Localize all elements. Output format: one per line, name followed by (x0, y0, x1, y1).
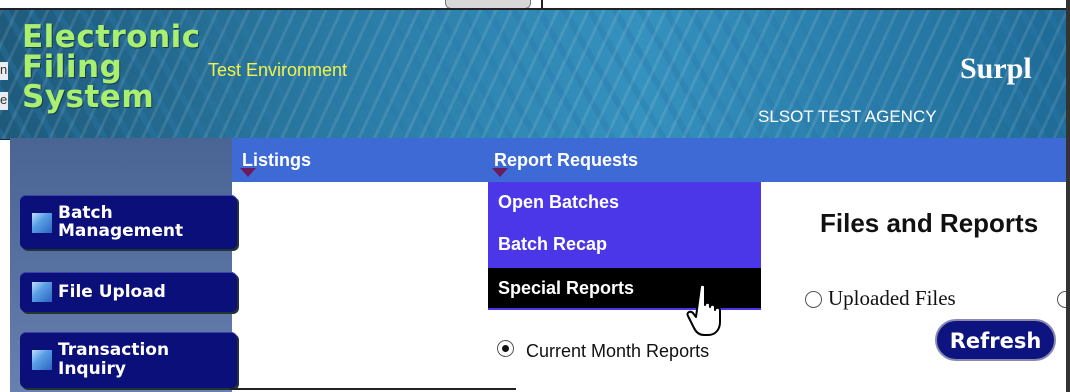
current-month-label: Current Month Reports (526, 341, 710, 361)
transaction-inquiry-button[interactable]: Transaction Inquiry (20, 332, 237, 388)
edge-fragment: n (0, 62, 8, 80)
batch-management-button[interactable]: Batch Management (20, 195, 237, 249)
edge-fragment: e (0, 92, 8, 110)
uploaded-files-radio[interactable] (805, 291, 822, 308)
header-banner: Electronic Filing System Test Environmen… (0, 8, 1070, 140)
main-nav: Listings Report Requests (232, 138, 1070, 182)
sidebar-item-label: Management (58, 221, 184, 241)
refresh-button[interactable]: Refresh (935, 319, 1056, 361)
upload-icon (32, 282, 52, 302)
sidebar-item-label: Transaction (58, 340, 170, 360)
logo-line-2: Filing (22, 49, 123, 85)
logo-line-3: System (22, 79, 155, 115)
sidebar: Batch Management File Upload Transaction… (10, 138, 237, 392)
page-title: Files and Reports (820, 208, 1039, 238)
efs-logo: Electronic Filing System (22, 19, 201, 115)
divider-line (230, 388, 516, 390)
menu-item-batch-recap[interactable]: Batch Recap (488, 224, 761, 264)
sidebar-item-label: Batch (58, 203, 113, 223)
menu-item-label: Open Batches (498, 192, 620, 212)
menu-item-label: Batch Recap (498, 234, 608, 254)
menu-item-open-batches[interactable]: Open Batches (488, 182, 761, 222)
window-border (1066, 0, 1070, 392)
hand-cursor-icon (686, 283, 721, 336)
inquiry-icon (32, 350, 52, 370)
sidebar-item-label: Inquiry (58, 359, 126, 379)
sidebar-item-label: File Upload (58, 282, 166, 302)
batch-icon (32, 213, 52, 233)
current-month-radio[interactable] (497, 340, 514, 357)
nav-report-requests[interactable]: Report Requests (494, 150, 638, 171)
dropdown-arrow-icon (240, 168, 256, 177)
environment-label: Test Environment (208, 60, 348, 80)
uploaded-files-label: Uploaded Files (828, 286, 956, 310)
file-upload-button[interactable]: File Upload (20, 272, 237, 312)
logo-line-1: Electronic (22, 19, 201, 55)
dropdown-arrow-icon (492, 168, 508, 177)
menu-item-label: Special Reports (498, 278, 635, 298)
agency-name: SLSOT TEST AGENCY (758, 107, 937, 126)
agency-title: Surpl (960, 52, 1032, 85)
